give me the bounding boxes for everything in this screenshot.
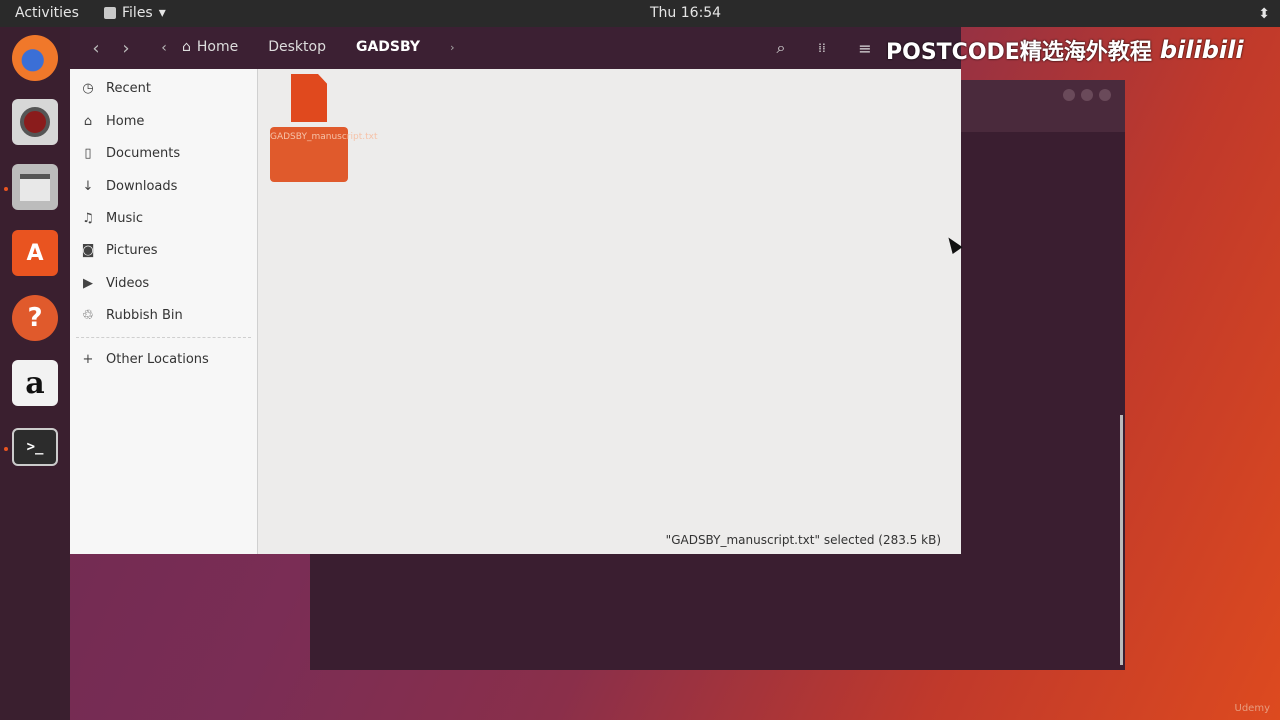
selection-status: "GADSBY_manuscript.txt" selected (283.5 … xyxy=(665,533,941,547)
sidebar-item-label: Other Locations xyxy=(106,351,209,367)
sidebar-item-recent[interactable]: ◷ Recent xyxy=(80,76,151,100)
file-view[interactable]: GADSBY_manuscript.txt "GADSBY_manuscript… xyxy=(258,69,961,554)
path-right-arrow-icon[interactable]: › xyxy=(450,41,454,54)
terminal-icon[interactable]: >_ xyxy=(12,428,58,466)
trash-icon: ♲ xyxy=(82,307,94,323)
udemy-watermark: Udemy xyxy=(1234,703,1270,714)
clock[interactable]: Thu 16:54 xyxy=(650,5,721,21)
terminal-scrollbar[interactable] xyxy=(1120,415,1123,665)
plus-icon: + xyxy=(82,351,94,367)
app-menu-label: Files xyxy=(122,5,153,21)
text-file-icon xyxy=(291,74,327,122)
home-icon: ⌂ xyxy=(83,113,93,129)
sidebar-item-documents[interactable]: ▯ Documents xyxy=(80,141,180,165)
video-icon: ▶ xyxy=(83,275,93,291)
sidebar-item-label: Pictures xyxy=(106,242,158,258)
breadcrumb: ⌂ Home Desktop GADSBY › xyxy=(182,39,454,55)
breadcrumb-home[interactable]: ⌂ Home xyxy=(182,39,238,55)
close-button[interactable] xyxy=(1099,89,1111,101)
sidebar-item-label: Documents xyxy=(106,145,181,161)
minimize-button[interactable] xyxy=(1063,89,1075,101)
running-indicator xyxy=(4,447,8,451)
menu-icon[interactable]: ≡ xyxy=(854,37,876,59)
file-name-label: GADSBY_manuscript.txt xyxy=(270,127,377,182)
sidebar-item-other-locations[interactable]: + Other Locations xyxy=(80,347,209,371)
network-icon[interactable]: ⬍ xyxy=(1258,6,1270,22)
download-icon: ↓ xyxy=(82,178,94,194)
watermark: POSTCODE精选海外教程 bilibili xyxy=(886,34,1244,66)
watermark-text: POSTCODE精选海外教程 xyxy=(886,40,1152,65)
sidebar-item-label: Music xyxy=(106,210,143,226)
sidebar-item-label: Recent xyxy=(106,80,151,96)
search-icon[interactable]: ⌕ xyxy=(770,37,792,59)
firefox-icon[interactable] xyxy=(12,35,58,81)
maximize-button[interactable] xyxy=(1081,89,1093,101)
music-icon: ♫ xyxy=(82,210,94,226)
files-icon[interactable] xyxy=(12,164,58,210)
files-window: ◷ Recent ⌂ Home ▯ Documents ↓ Downloads … xyxy=(70,69,961,554)
rhythmbox-icon[interactable] xyxy=(12,99,58,145)
dock: A ? a >_ xyxy=(0,27,70,720)
document-icon: ▯ xyxy=(84,145,92,161)
activities-button[interactable]: Activities xyxy=(15,5,79,21)
sidebar-item-downloads[interactable]: ↓ Downloads xyxy=(80,174,178,198)
sidebar-item-videos[interactable]: ▶ Videos xyxy=(80,271,149,295)
files-headerbar: ‹ › ‹ ⌂ Home Desktop GADSBY › ⌕ ⁞⁞ ≡ xyxy=(70,27,961,69)
sidebar-item-label: Videos xyxy=(106,275,150,291)
home-icon: ⌂ xyxy=(182,39,191,55)
sidebar-item-pictures[interactable]: ◙ Pictures xyxy=(80,238,158,262)
running-indicator xyxy=(4,187,8,191)
sidebar-item-home[interactable]: ⌂ Home xyxy=(80,109,145,133)
sidebar-divider xyxy=(76,337,251,338)
sidebar-item-label: Home xyxy=(106,113,145,129)
sidebar-item-rubbish-bin[interactable]: ♲ Rubbish Bin xyxy=(80,303,183,327)
files-app-icon xyxy=(104,7,116,19)
camera-icon: ◙ xyxy=(81,242,95,258)
top-bar: Activities Files ▾ Thu 16:54 ⬍ xyxy=(0,0,1280,27)
back-button[interactable]: ‹ xyxy=(84,36,108,60)
software-center-icon[interactable]: A xyxy=(12,230,58,276)
file-item-gadsby-manuscript[interactable]: GADSBY_manuscript.txt xyxy=(270,74,377,182)
amazon-icon[interactable]: a xyxy=(12,360,58,406)
sidebar: ◷ Recent ⌂ Home ▯ Documents ↓ Downloads … xyxy=(70,69,258,554)
sidebar-item-label: Rubbish Bin xyxy=(106,307,183,323)
sidebar-item-music[interactable]: ♫ Music xyxy=(80,206,143,230)
app-menu[interactable]: Files ▾ xyxy=(104,5,166,21)
speaker-graphic xyxy=(20,107,50,137)
bilibili-logo: bilibili xyxy=(1159,36,1244,64)
view-icon[interactable]: ⁞⁞ xyxy=(811,37,833,59)
chevron-down-icon: ▾ xyxy=(158,5,166,21)
help-icon[interactable]: ? xyxy=(12,295,58,341)
breadcrumb-home-label: Home xyxy=(196,39,239,55)
clock-icon: ◷ xyxy=(82,80,94,96)
drawer-graphic xyxy=(20,173,50,201)
breadcrumb-gadsby[interactable]: GADSBY xyxy=(356,39,420,55)
sidebar-item-label: Downloads xyxy=(106,178,178,194)
forward-button[interactable]: › xyxy=(114,36,138,60)
breadcrumb-desktop[interactable]: Desktop xyxy=(268,39,326,55)
path-left-arrow-icon[interactable]: ‹ xyxy=(152,36,176,60)
